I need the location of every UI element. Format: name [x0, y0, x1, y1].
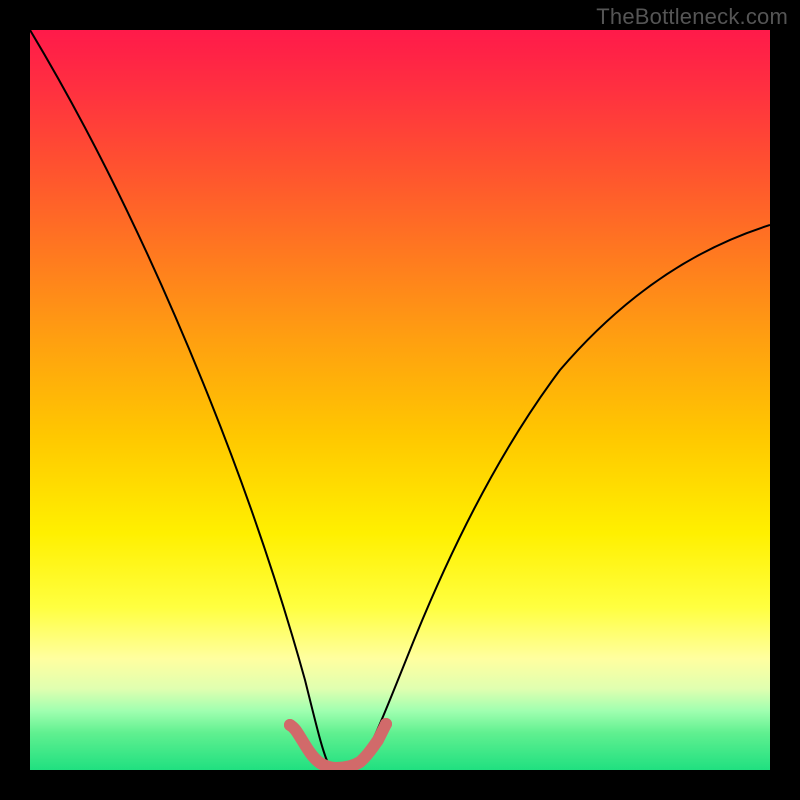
curve-svg: [30, 30, 770, 770]
optimal-region-highlight: [290, 724, 386, 768]
optimal-dot-left: [284, 719, 296, 731]
chart-frame: TheBottleneck.com: [0, 0, 800, 800]
plot-area: [30, 30, 770, 770]
optimal-dot-right: [380, 718, 392, 730]
watermark-text: TheBottleneck.com: [596, 4, 788, 30]
bottleneck-curve: [30, 30, 770, 767]
